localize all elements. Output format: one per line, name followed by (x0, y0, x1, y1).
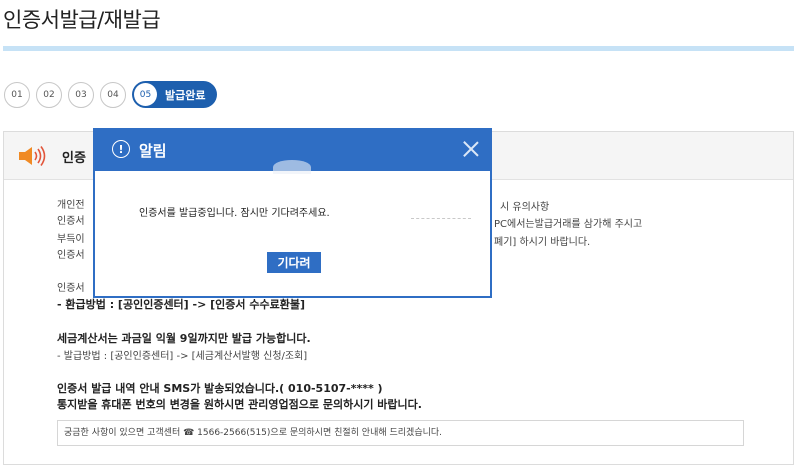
notice-line-4: 인증서 (57, 250, 85, 261)
step-03: 03 (68, 81, 94, 108)
loading-placeholder (273, 160, 311, 174)
page-title: 인증서발급/재발급 (3, 8, 161, 32)
wait-button[interactable]: 기다려 (267, 252, 321, 273)
step-04: 04 (100, 81, 126, 108)
step-05-label: 발급완료 (165, 88, 206, 102)
step-indicator: 01 02 03 04 05 발급완료 (4, 81, 218, 108)
exclamation-icon: ! (112, 140, 130, 158)
notice-right-1: 시 유의사항 (500, 202, 550, 213)
alert-dialog: ! 알림 인증서를 발급중입니다. 잠시만 기다려주세요. 기다려 (93, 128, 492, 298)
alert-dialog-message: 인증서를 발급중입니다. 잠시만 기다려주세요. (139, 208, 330, 219)
close-icon[interactable] (461, 139, 481, 159)
notice-right-2: PC에서는발급거래를 삼가해 주시고 (494, 219, 643, 230)
notice-line-1: 개인전 (57, 200, 85, 211)
step-05-number: 05 (134, 83, 157, 106)
notice-title: 인증 (62, 151, 86, 166)
refund-method: - 환급방법 : [공인인증센터] -> [인증서 수수료환불] (57, 298, 305, 311)
notice-line-3: 부득이 (57, 234, 85, 245)
speaker-icon (18, 146, 48, 170)
tax-invoice-method: - 발급방법 : [공인인증센터] -> [세금계산서발행 신청/조회] (57, 351, 308, 362)
step-02: 02 (36, 81, 62, 108)
title-underline (3, 46, 794, 51)
tax-invoice-notice: 세금계산서는 과금일 익월 9일까지만 발급 가능합니다. (57, 332, 311, 345)
step-05-active: 05 발급완료 (132, 81, 218, 108)
notice-refund-intro: 인증서 (57, 283, 85, 294)
notice-line-2: 인증서 (57, 216, 85, 227)
dashed-divider (411, 218, 471, 219)
notice-right-3: 폐기] 하시기 바랍니다. (494, 237, 591, 248)
phone-change-notice: 통지받을 휴대폰 번호의 변경을 원하시면 관리영업점으로 문의하시기 바랍니다… (57, 398, 422, 411)
sms-notice: 인증서 발급 내역 안내 SMS가 발송되었습니다.( 010-5107-***… (57, 382, 383, 395)
alert-dialog-title: 알림 (139, 142, 167, 160)
contact-info: 궁금한 사항이 있으면 고객센터 ☎ 1566-2566(515)으로 문의하시… (57, 420, 744, 446)
step-01: 01 (4, 81, 30, 108)
